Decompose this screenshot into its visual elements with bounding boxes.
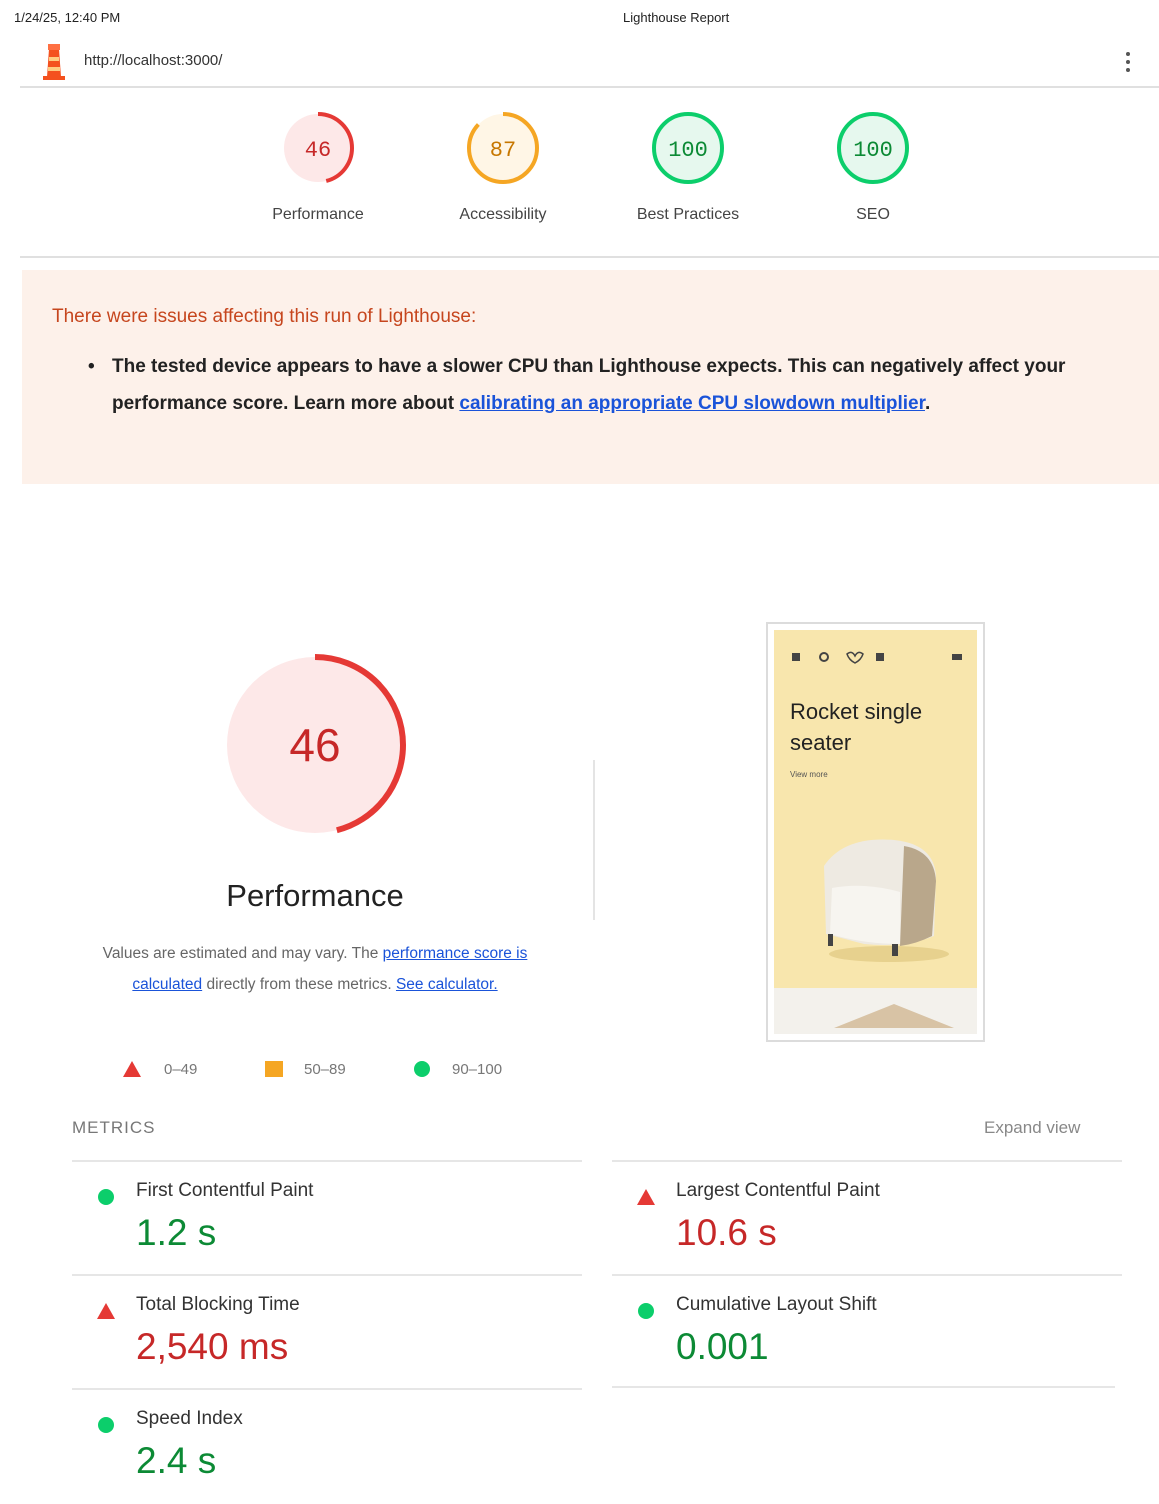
expand-view-toggle[interactable]: Expand view — [984, 1118, 1080, 1138]
gauge-ring: 87 — [467, 112, 539, 184]
square-icon — [265, 1061, 283, 1077]
metric-value: 10.6 s — [676, 1212, 777, 1253]
report-url[interactable]: http://localhost:3000/ — [84, 52, 222, 69]
screenshot-page: Rocket single seater View more — [774, 630, 977, 1034]
desc-prefix: Values are estimated and may vary. The — [102, 945, 383, 962]
gauge-ring: 46 — [282, 112, 354, 184]
gauge-label: Best Practices — [636, 206, 740, 223]
metric-speed-index[interactable]: Speed Index 2.4 s — [72, 1388, 582, 1504]
legend-range: 50–89 — [304, 1060, 346, 1078]
metric-value: 1.2 s — [136, 1212, 217, 1253]
report-datetime: 1/24/25, 12:40 PM — [14, 10, 121, 25]
gauge-score: 100 — [853, 138, 893, 163]
warning-title: There were issues affecting this run of … — [52, 306, 477, 327]
score-gauge-performance[interactable]: 46 Performance — [228, 108, 408, 224]
armchair-image — [824, 839, 949, 962]
desc-middle: directly from these metrics. — [202, 976, 396, 993]
performance-score: 46 — [289, 719, 340, 771]
metric-label: Total Blocking Time — [136, 1294, 300, 1315]
legend-fail: 0–49 — [122, 1060, 197, 1078]
legend-range: 0–49 — [164, 1060, 198, 1078]
metric-value: 0.001 — [676, 1326, 769, 1367]
lighthouse-logo-icon — [43, 44, 65, 80]
warning-message: The tested device appears to have a slow… — [112, 348, 1092, 422]
page-title: Lighthouse Report — [623, 10, 730, 25]
pass-circle-icon — [98, 1417, 114, 1433]
fail-triangle-icon — [97, 1303, 115, 1319]
performance-description: Values are estimated and may vary. The p… — [80, 938, 550, 1000]
header-divider — [20, 256, 1159, 258]
metric-total-blocking-time[interactable]: Total Blocking Time 2,540 ms — [72, 1274, 582, 1390]
metric-first-contentful-paint[interactable]: First Contentful Paint 1.2 s — [72, 1160, 582, 1276]
performance-gauge: 46 — [224, 654, 406, 836]
gauge-ring: 100 — [652, 112, 724, 184]
metrics-divider — [612, 1386, 1115, 1388]
metrics-header: METRICS — [72, 1118, 156, 1137]
gauge-ring: 100 — [837, 112, 909, 184]
screenshot-heading: Rocket single seater — [790, 699, 923, 755]
screenshot-nav-icons — [792, 651, 962, 664]
url-bar: http://localhost:3000/ — [20, 40, 1159, 88]
cpu-slowdown-link[interactable]: calibrating an appropriate CPU slowdown … — [459, 393, 925, 414]
score-gauge-accessibility[interactable]: 87 Accessibility — [413, 108, 593, 224]
performance-title: Performance — [226, 878, 404, 913]
metric-value: 2.4 s — [136, 1440, 217, 1481]
circle-icon — [414, 1061, 430, 1077]
metric-cumulative-layout-shift[interactable]: Cumulative Layout Shift 0.001 — [612, 1274, 1122, 1390]
vertical-divider — [593, 760, 595, 920]
final-screenshot[interactable]: Rocket single seater View more — [766, 622, 985, 1042]
pass-circle-icon — [638, 1303, 654, 1319]
legend-average: 50–89 — [264, 1060, 346, 1078]
metric-label: First Contentful Paint — [136, 1180, 314, 1201]
legend-range: 90–100 — [452, 1060, 503, 1078]
metric-label: Speed Index — [136, 1408, 243, 1429]
more-options-icon[interactable] — [1123, 48, 1133, 76]
gauge-score: 87 — [490, 138, 516, 163]
gauge-label: Performance — [272, 206, 364, 223]
triangle-icon — [123, 1061, 141, 1077]
metric-largest-contentful-paint[interactable]: Largest Contentful Paint 10.6 s — [612, 1160, 1122, 1276]
run-warnings-box: There were issues affecting this run of … — [22, 270, 1159, 484]
gauge-label: Accessibility — [459, 206, 547, 223]
rug-image — [834, 1004, 954, 1028]
score-gauge-best-practices[interactable]: 100 Best Practices — [598, 108, 778, 224]
pass-circle-icon — [98, 1189, 114, 1205]
metric-label: Cumulative Layout Shift — [676, 1294, 877, 1315]
metric-value: 2,540 ms — [136, 1326, 289, 1367]
screenshot-footer — [774, 988, 977, 1034]
legend-pass: 90–100 — [412, 1060, 502, 1078]
screenshot-view-more: View more — [790, 770, 828, 779]
gauge-score: 100 — [668, 138, 708, 163]
warning-trailing: . — [924, 393, 931, 414]
see-calculator-link[interactable]: See calculator. — [396, 976, 498, 993]
gauge-label: SEO — [856, 206, 890, 223]
fail-triangle-icon — [637, 1189, 655, 1205]
metric-label: Largest Contentful Paint — [676, 1180, 880, 1201]
gauge-score: 46 — [305, 138, 331, 163]
score-gauge-seo[interactable]: 100 SEO — [783, 108, 963, 224]
bullet-icon: • — [88, 356, 95, 377]
